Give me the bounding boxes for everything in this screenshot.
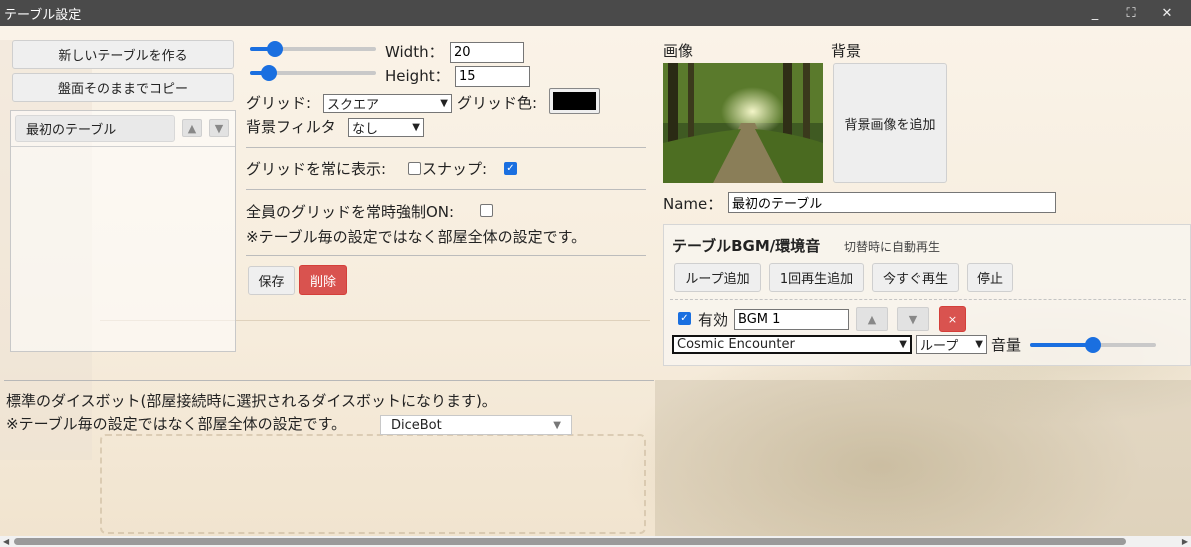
bgm-move-up-button[interactable]: ▲ [856,307,888,331]
minimize-button[interactable]: _ [1077,6,1113,21]
table-image-thumbnail[interactable] [663,63,823,183]
always-show-grid-checkbox[interactable] [408,162,421,175]
scrollbar-thumb[interactable] [14,538,1126,545]
bgm-track-select[interactable]: Cosmic Encounter ▼ [672,335,912,354]
delete-button[interactable]: 削除 [299,265,347,295]
table-bgm-panel: テーブルBGM/環境音 切替時に自動再生 ループ追加 1回再生追加 今すぐ再生 … [663,224,1191,366]
width-slider[interactable] [250,41,376,57]
move-up-button[interactable]: ▲ [182,119,202,137]
window-title: テーブル設定 [4,7,82,23]
background-filter-select[interactable]: なし ▼ [348,118,424,137]
width-label: Width： [385,43,444,61]
chevron-down-icon: ▼ [975,339,983,350]
table-name-input[interactable] [728,192,1056,213]
new-table-button[interactable]: 新しいテーブルを作る [12,40,234,69]
section-divider [246,255,646,256]
table-list[interactable]: 最初のテーブル ▲ ▼ [10,110,236,352]
list-divider [11,146,235,147]
dicebot-note: ※テーブル毎の設定ではなく部屋全体の設定です。 [6,415,347,433]
grid-color-label: グリッド色: [457,94,538,112]
maximize-button[interactable]: ⛶ [1113,6,1149,21]
force-grid-note: ※テーブル毎の設定ではなく部屋全体の設定です。 [246,228,587,246]
table-list-item[interactable]: 最初のテーブル [15,115,175,142]
scroll-right-icon[interactable]: ▶ [1182,537,1188,546]
add-loop-button[interactable]: ループ追加 [674,263,761,292]
dicebot-divider [4,380,654,381]
height-input[interactable] [455,66,530,87]
chevron-down-icon: ▼ [899,339,907,350]
add-play-once-button[interactable]: 1回再生追加 [769,263,864,292]
name-label: Name： [663,195,723,213]
bgm-enabled-label: 有効 [698,311,729,329]
dicebot-description: 標準のダイスボット(部屋接続時に選択されるダイスボットになります)。 [6,392,497,410]
forest-path-image [663,63,823,183]
bgm-title: テーブルBGM/環境音 [672,237,821,255]
background-dropzone-ghost [100,434,646,534]
force-grid-checkbox[interactable] [480,204,493,217]
snap-label: スナップ: [422,160,488,178]
always-show-grid-label: グリッドを常に表示: [246,160,387,178]
dicebot-value: DiceBot [391,417,442,433]
copy-table-button[interactable]: 盤面そのままでコピー [12,73,234,102]
window-titlebar[interactable]: テーブル設定 _ ⛶ ✕ [0,0,1191,26]
volume-slider[interactable] [1030,337,1156,353]
volume-slider-thumb[interactable] [1085,337,1101,353]
background-label: 背景 [831,42,862,60]
bgm-move-down-button[interactable]: ▼ [897,307,929,331]
volume-label: 音量 [991,336,1022,354]
chevron-down-icon: ▼ [553,419,561,431]
background-map-ghost [655,380,1191,536]
bgm-mode-value: ループ [920,339,959,354]
save-button[interactable]: 保存 [248,266,295,295]
section-divider [246,189,646,190]
bgm-divider [670,299,1186,300]
background-filter-value: なし [352,122,379,137]
height-slider[interactable] [250,65,376,81]
width-slider-thumb[interactable] [267,41,283,57]
chevron-down-icon: ▼ [412,122,420,133]
background-filter-label: 背景フィルタ [246,118,336,136]
grid-color-picker[interactable] [549,88,600,114]
play-now-button[interactable]: 今すぐ再生 [872,263,959,292]
width-input[interactable] [450,42,524,63]
section-divider [246,147,646,148]
force-grid-label: 全員のグリッドを常時強制ON: [246,203,455,221]
grid-type-value: スクエア [327,98,380,113]
chevron-down-icon: ▼ [440,98,448,109]
height-label: Height： [385,67,450,85]
close-button[interactable]: ✕ [1149,6,1185,21]
bgm-track-value: Cosmic Encounter [677,337,795,352]
bgm-track-name-input[interactable] [734,309,849,330]
bgm-remove-button[interactable]: × [939,306,966,332]
move-down-button[interactable]: ▼ [209,119,229,137]
grid-type-label: グリッド: [246,94,312,112]
image-label: 画像 [663,42,694,60]
scroll-left-icon[interactable]: ◀ [3,537,9,546]
bgm-mode-select[interactable]: ループ ▼ [916,335,987,354]
bgm-subtitle: 切替時に自動再生 [844,240,941,254]
bgm-enabled-checkbox[interactable]: ✓ [678,312,691,325]
grid-type-select[interactable]: スクエア ▼ [323,94,452,113]
snap-checkbox[interactable]: ✓ [504,162,517,175]
height-slider-thumb[interactable] [261,65,277,81]
add-background-image-button[interactable]: 背景画像を追加 [833,63,947,183]
stop-button[interactable]: 停止 [967,263,1013,292]
dicebot-select[interactable]: DiceBot ▼ [380,415,572,435]
grid-color-swatch [553,92,596,110]
horizontal-scrollbar[interactable]: ◀ ▶ [0,536,1191,547]
